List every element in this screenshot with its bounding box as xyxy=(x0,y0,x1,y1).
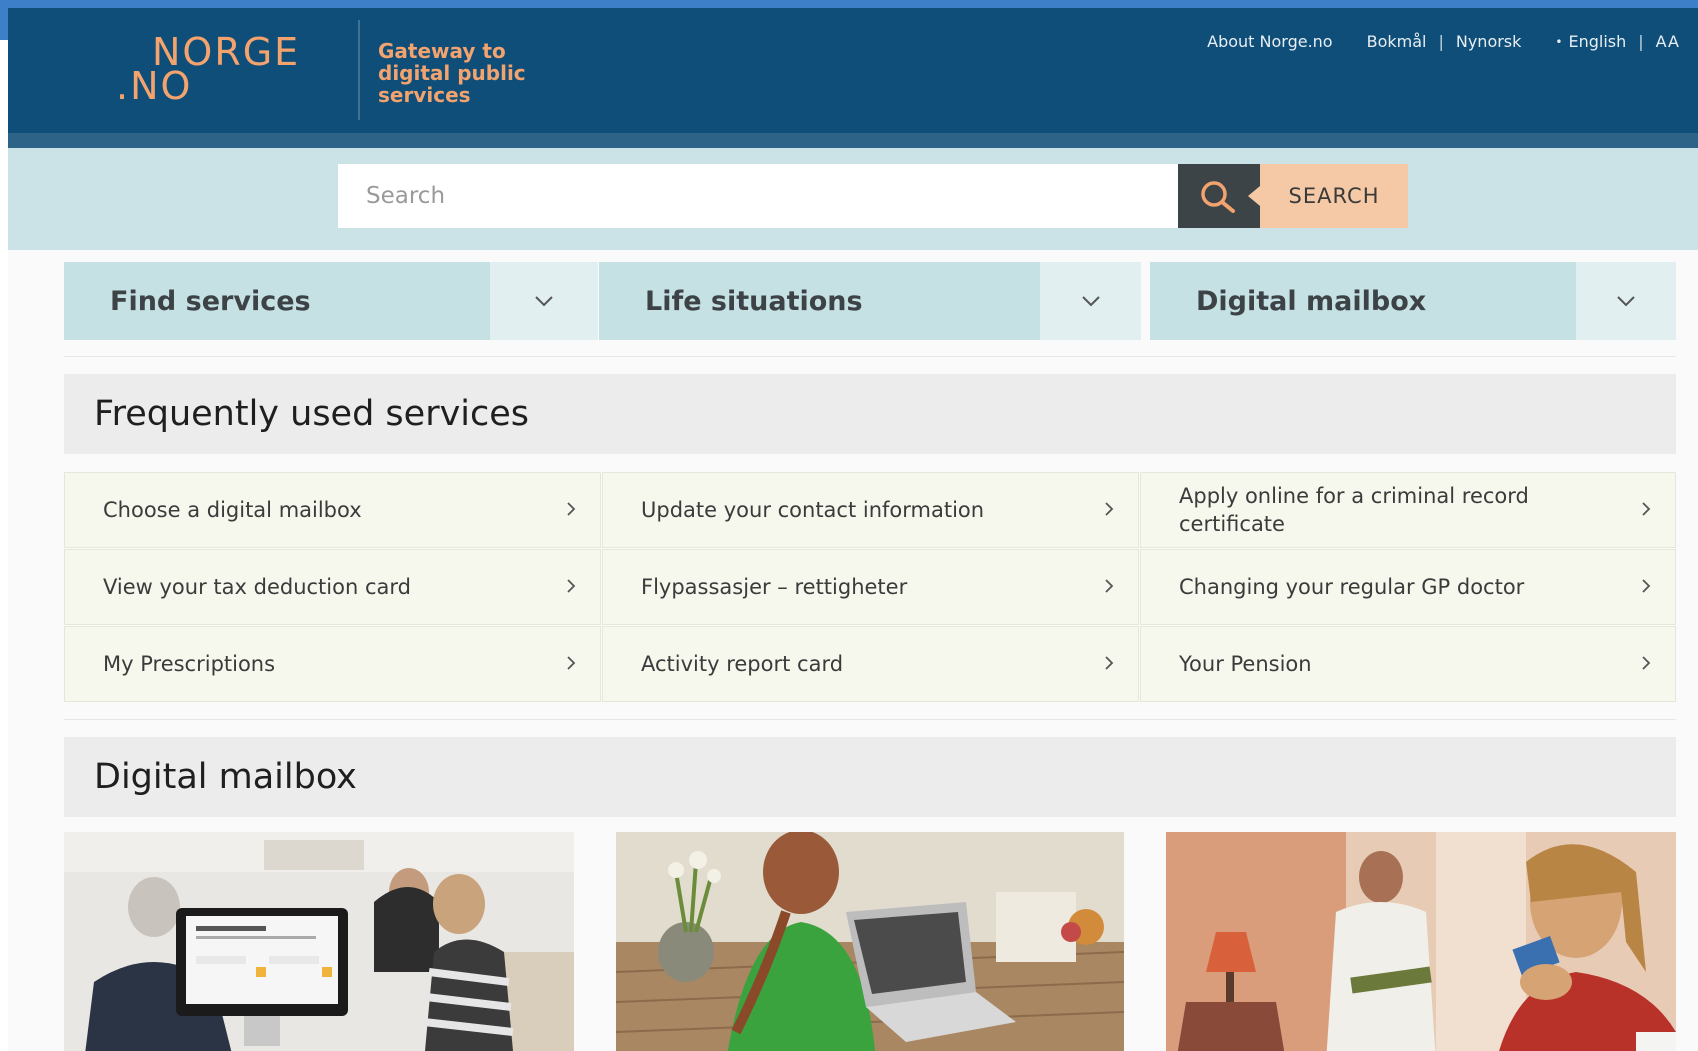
mailbox-photo-computer[interactable] xyxy=(64,832,574,1051)
language-nynorsk-link[interactable]: Nynorsk xyxy=(1456,32,1522,51)
logo-line-2: .NO xyxy=(116,64,193,108)
chevron-right-icon xyxy=(567,579,576,593)
section-title-frequent-services: Frequently used services xyxy=(64,374,1676,454)
chevron-right-icon xyxy=(1105,502,1114,516)
search-input[interactable] xyxy=(338,164,1178,228)
language-bokmal-link[interactable]: Bokmål xyxy=(1367,32,1427,51)
service-label: View your tax deduction card xyxy=(103,575,411,599)
mailbox-photo-laptop[interactable] xyxy=(616,832,1124,1051)
service-link[interactable]: Changing your regular GP doctor xyxy=(1140,549,1676,625)
service-link[interactable]: Choose a digital mailbox xyxy=(64,472,601,548)
chevron-right-icon xyxy=(567,502,576,516)
site-tagline: Gateway to digital public services xyxy=(378,39,526,107)
tab-label: Digital mailbox xyxy=(1150,262,1576,340)
site-header: NORGE .NO Gateway to digital public serv… xyxy=(8,8,1698,133)
tab-digital-mailbox[interactable]: Digital mailbox xyxy=(1150,262,1676,340)
chevron-right-icon xyxy=(1642,656,1651,670)
header-strip xyxy=(8,133,1698,148)
site-logo[interactable]: NORGE .NO xyxy=(116,33,300,108)
active-language-bullet: • xyxy=(1555,34,1563,49)
section-title-digital-mailbox: Digital mailbox xyxy=(64,737,1676,817)
service-link[interactable]: Your Pension xyxy=(1140,626,1676,702)
service-link[interactable]: Apply online for a criminal record certi… xyxy=(1140,472,1676,548)
mailbox-photo-payment[interactable] xyxy=(1166,832,1676,1051)
search-bar: SEARCH xyxy=(8,148,1698,250)
tab-life-situations[interactable]: Life situations xyxy=(599,262,1141,340)
page: NORGE .NO Gateway to digital public serv… xyxy=(8,8,1698,1051)
chevron-right-icon xyxy=(1105,579,1114,593)
tab-expand-toggle[interactable] xyxy=(1576,262,1676,340)
chevron-right-icon xyxy=(1642,579,1651,593)
chevron-down-icon xyxy=(1081,296,1100,307)
chevron-down-icon xyxy=(535,296,553,307)
about-link[interactable]: About Norge.no xyxy=(1207,32,1332,51)
logo-divider xyxy=(358,20,360,120)
services-grid: Choose a digital mailbox Update your con… xyxy=(64,472,1676,702)
service-link[interactable]: Update your contact information xyxy=(602,472,1139,548)
nav-separator: | xyxy=(1438,32,1444,51)
top-navigation: About Norge.no Bokmål | Nynorsk • Englis… xyxy=(1207,32,1680,51)
search-icon xyxy=(1201,181,1235,213)
service-label: Apply online for a criminal record certi… xyxy=(1179,484,1529,536)
text-size-toggle[interactable]: AA xyxy=(1656,32,1680,51)
service-label: Update your contact information xyxy=(641,498,985,522)
service-link[interactable]: View your tax deduction card xyxy=(64,549,601,625)
service-link[interactable]: My Prescriptions xyxy=(64,626,601,702)
service-link[interactable]: Activity report card xyxy=(602,626,1139,702)
service-label: Flypassasjer – rettigheter xyxy=(641,575,908,599)
tab-expand-toggle[interactable] xyxy=(1040,262,1141,340)
divider xyxy=(64,719,1676,720)
tab-label: Life situations xyxy=(599,262,1040,340)
divider xyxy=(64,356,1676,357)
tab-expand-toggle[interactable] xyxy=(490,262,598,340)
chevron-right-icon xyxy=(567,656,576,670)
service-label: My Prescriptions xyxy=(103,652,276,676)
service-label: Activity report card xyxy=(641,652,844,676)
chevron-right-icon xyxy=(1105,656,1114,670)
tab-label: Find services xyxy=(64,262,490,340)
slide-frame-top xyxy=(0,0,1698,8)
nav-separator: | xyxy=(1638,32,1644,51)
service-label: Choose a digital mailbox xyxy=(103,498,362,522)
search-button[interactable]: SEARCH xyxy=(1260,164,1408,228)
service-label: Your Pension xyxy=(1179,652,1312,676)
language-english-link[interactable]: English xyxy=(1568,32,1626,51)
service-label: Changing your regular GP doctor xyxy=(1179,575,1525,599)
service-link[interactable]: Flypassasjer – rettigheter xyxy=(602,549,1139,625)
tab-find-services[interactable]: Find services xyxy=(64,262,598,340)
chevron-down-icon xyxy=(1617,296,1635,307)
chevron-right-icon xyxy=(1642,502,1651,516)
